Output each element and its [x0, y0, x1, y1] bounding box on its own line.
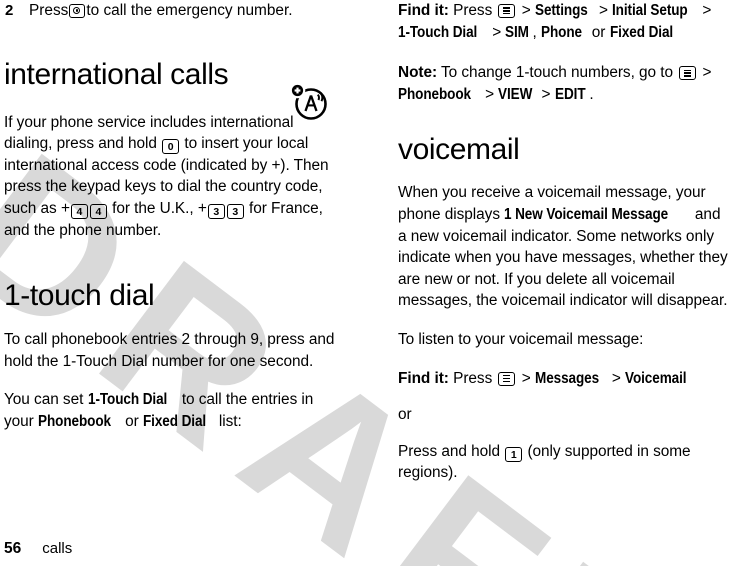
voicemail-text-3: Press and hold: [398, 442, 500, 460]
step-text-before: Press: [29, 2, 69, 19]
onetouch-text-4: list:: [218, 412, 242, 430]
find-it-sep: >: [521, 2, 531, 19]
keypad-key-3a-icon: 3: [207, 203, 225, 219]
heading-voicemail: voicemail: [398, 133, 520, 167]
onetouch-text-1: You can set: [4, 391, 84, 409]
keypad-key-1-icon: 1: [505, 446, 523, 462]
paragraph-onetouch-2: You can set 1-Touch Dial to call the ent…: [4, 389, 336, 432]
note-sep: >: [541, 85, 551, 103]
find-it-comma: ,: [532, 23, 537, 41]
menu-item-sim: SIM: [505, 23, 530, 41]
step-number: 2: [5, 2, 14, 19]
paragraph-voicemail-3: Press and hold 1 (only supported in some…: [398, 441, 730, 484]
onetouch-text-3: or: [125, 412, 139, 430]
keypad-key-4a-icon: 4: [70, 203, 88, 219]
find-it-sep: >: [599, 2, 608, 19]
chapter-name: calls: [42, 540, 73, 557]
ui-term-new-voicemail-message: 1 New Voicemail Message: [504, 205, 669, 223]
keypad-key-0-icon: 0: [162, 139, 180, 155]
keypad-key-4b-icon: 4: [89, 203, 107, 219]
menu-item-phone: Phone: [540, 23, 582, 41]
heading-international-calls: international calls: [4, 57, 229, 91]
ui-term-1-touch-dial: 1-Touch Dial: [87, 391, 167, 409]
menu-item-messages: Messages: [534, 369, 599, 387]
menu-item-phonebook: Phonebook: [398, 85, 471, 103]
page-number: 56: [4, 540, 22, 557]
find-it-or: or: [591, 23, 606, 41]
menu-item-settings: Settings: [534, 2, 588, 19]
heading-1-touch-dial: 1-touch dial: [4, 279, 155, 313]
menu-key-icon: [498, 371, 516, 386]
paragraph-voicemail-2: To listen to your voicemail message:: [398, 330, 644, 348]
international-antenna-icon: [289, 82, 327, 120]
numbered-step: 2 Press to call the emergency number.: [4, 0, 336, 22]
keypad-key-3b-icon: 3: [226, 203, 244, 219]
note-sep: >: [485, 85, 495, 103]
step-text-after: to call the emergency number.: [86, 2, 293, 19]
menu-item-initial-setup: Initial Setup: [612, 2, 688, 19]
paragraph-onetouch-1: To call phonebook entries 2 through 9, p…: [4, 331, 335, 370]
intl-plus-1: +: [60, 199, 70, 217]
menu-item-view: VIEW: [498, 85, 533, 103]
find-it-press-1: Press: [453, 2, 493, 19]
ui-term-phonebook: Phonebook: [37, 412, 111, 430]
find-it-label-2: Find it:: [398, 369, 449, 387]
find-it-sep: >: [702, 2, 712, 19]
note-block: Note: To change 1-touch numbers, go to >…: [398, 62, 730, 105]
send-key-icon: [69, 4, 86, 18]
intl-text-3: for the U.K.,: [112, 199, 194, 217]
find-it-press-2: Press: [453, 369, 493, 387]
page-footer: 56 calls: [4, 540, 72, 558]
find-it-block-2: Find it: Press > Messages > Voicemail: [398, 368, 730, 390]
menu-item-1-touch-dial: 1-Touch Dial: [398, 23, 478, 41]
note-sep: >: [702, 64, 712, 82]
find-it-sep: >: [492, 23, 502, 41]
right-column: Find it: Press > Settings > Initial Setu…: [398, 0, 730, 501]
intl-plus-2: +: [197, 199, 207, 217]
paragraph-international-dialing: If your phone service includes internati…: [4, 112, 336, 242]
find-it-sep: >: [521, 369, 531, 387]
menu-item-fixed-dial: Fixed Dial: [609, 23, 673, 41]
menu-key-icon: [679, 66, 697, 81]
menu-key-icon: [498, 4, 516, 18]
manual-page: 2 Press to call the emergency number. inte…: [0, 0, 752, 566]
menu-item-voicemail: Voicemail: [625, 369, 687, 387]
note-text: To change 1-touch numbers, go to: [441, 64, 674, 82]
find-it-sep: >: [611, 369, 621, 387]
or-text: or: [398, 406, 412, 424]
find-it-label-1: Find it:: [398, 2, 449, 19]
menu-item-edit: EDIT: [554, 85, 586, 103]
ui-term-fixed-dial: Fixed Dial: [142, 412, 207, 430]
find-it-block-1: Find it: Press > Settings > Initial Setu…: [398, 0, 730, 43]
note-label: Note:: [398, 64, 438, 82]
left-column: 2 Press to call the emergency number. inte…: [4, 0, 336, 450]
note-period: .: [589, 85, 594, 103]
paragraph-voicemail-1: When you receive a voicemail message, yo…: [398, 182, 730, 312]
